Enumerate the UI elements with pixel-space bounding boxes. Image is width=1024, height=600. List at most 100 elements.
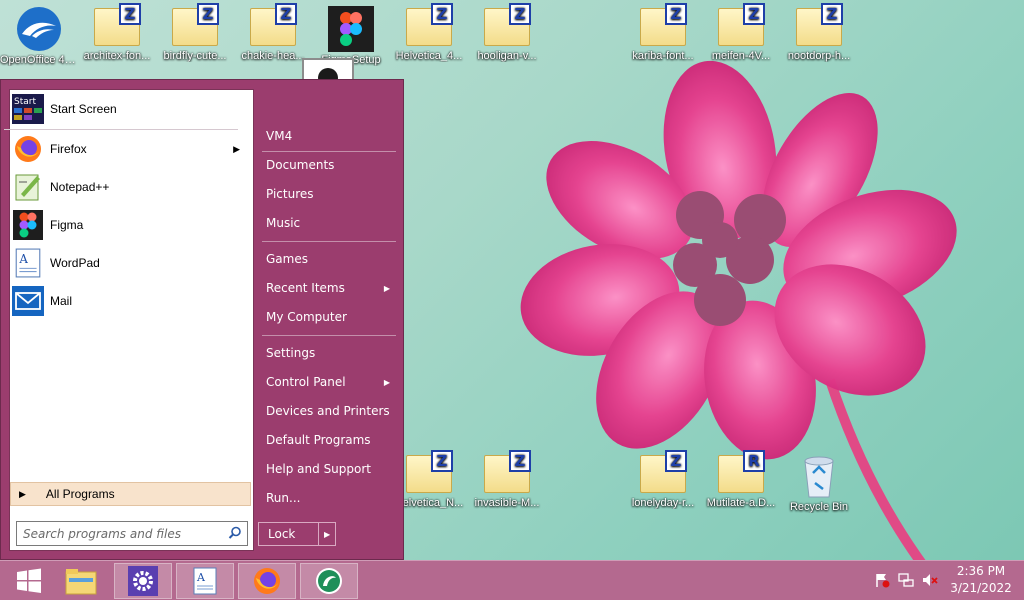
- start-menu-link-label: Default Programs: [266, 433, 371, 447]
- desktop-icon-label: architex-fon...: [83, 50, 151, 62]
- program-label: WordPad: [50, 256, 100, 270]
- volume-muted-icon[interactable]: [922, 572, 938, 588]
- program-label: Firefox: [50, 142, 87, 156]
- zip-folder-icon: Z: [250, 3, 297, 46]
- desktop-icon[interactable]: Zbirdfly-cute...: [156, 0, 234, 62]
- desktop-icon[interactable]: R Mutilate-a.D...: [702, 447, 780, 509]
- taskbar-settings[interactable]: [114, 563, 172, 599]
- desktop-icon[interactable]: FigmaSetup: [312, 0, 390, 66]
- start-menu-link[interactable]: Games: [258, 246, 398, 272]
- start-menu-link[interactable]: Music: [258, 210, 398, 236]
- start-menu-link-label: VM4: [266, 129, 293, 143]
- program-label: Start Screen: [50, 102, 117, 116]
- start-menu-link-label: Recent Items: [266, 281, 345, 295]
- openoffice-icon: [17, 7, 61, 51]
- start-menu-link[interactable]: Help and Support: [258, 456, 398, 482]
- start-menu-link[interactable]: Documents: [258, 152, 398, 178]
- taskbar-app[interactable]: [300, 563, 358, 599]
- start-menu-link[interactable]: Devices and Printers: [258, 398, 398, 424]
- start-button[interactable]: [0, 563, 58, 599]
- desktop-icon[interactable]: Zlonelyday-r...: [624, 447, 702, 509]
- zip-folder-icon: Z: [406, 3, 453, 46]
- action-center-flag-icon[interactable]: [874, 572, 890, 588]
- zip-folder-icon: Z: [640, 3, 687, 46]
- desktop-icon-label: Mutilate-a.D...: [706, 497, 776, 509]
- desktop-icon-label: hooligan-v...: [477, 50, 537, 62]
- start-menu-link[interactable]: VM4: [258, 123, 398, 149]
- submenu-arrow-icon: ▶: [233, 143, 240, 154]
- search-input[interactable]: Search programs and files: [16, 521, 248, 546]
- start-menu-link-label: Music: [266, 216, 301, 230]
- desktop-icon[interactable]: Znootdorp-h...: [780, 0, 858, 62]
- all-programs-label: All Programs: [45, 487, 115, 501]
- lock-button[interactable]: Lock ▶: [258, 522, 336, 546]
- zip-folder-icon: Z: [406, 450, 453, 493]
- desktop-icon-label: Helvetica_4...: [395, 50, 463, 62]
- start-menu-link[interactable]: Control Panel ▶: [258, 369, 398, 395]
- zip-folder-icon: Z: [94, 3, 141, 46]
- zip-folder-icon: Z: [172, 3, 219, 46]
- windows-logo-icon: [17, 568, 41, 593]
- desktop-icon[interactable]: Recycle Bin: [780, 447, 858, 513]
- program-item[interactable]: Notepad++: [12, 170, 248, 204]
- zip-folder-icon: Z: [484, 450, 531, 493]
- start-menu-link-label: Games: [266, 252, 308, 266]
- start-menu-link-label: Devices and Printers: [266, 404, 390, 418]
- desktop-icon[interactable]: Zinvasible-M...: [468, 447, 546, 509]
- desktop-icon-label: nootdorp-h...: [787, 50, 851, 62]
- firefox-icon: [254, 568, 280, 594]
- program-item[interactable]: Start Start Screen: [12, 92, 248, 126]
- firefox-icon: [12, 133, 44, 165]
- triangle-right-icon: ▶: [19, 488, 26, 499]
- lock-label: Lock: [268, 527, 296, 541]
- start-menu-link-label: My Computer: [266, 310, 347, 324]
- start-menu-link-label: Help and Support: [266, 462, 371, 476]
- program-item[interactable]: A WordPad: [12, 246, 248, 280]
- program-item[interactable]: Figma: [12, 208, 248, 242]
- programs-separator: [4, 129, 238, 130]
- taskbar-wordpad[interactable]: A: [176, 563, 234, 599]
- start-menu-link[interactable]: Settings: [258, 340, 398, 366]
- program-item[interactable]: Firefox ▶: [12, 132, 248, 166]
- desktop-icon-label: meifen-4V...: [711, 50, 771, 62]
- zip-folder-icon: R: [718, 450, 765, 493]
- taskbar: A: [0, 560, 1024, 600]
- program-item[interactable]: Mail: [12, 284, 248, 318]
- desktop-icon[interactable]: Zhooligan-v...: [468, 0, 546, 62]
- zip-folder-icon: Z: [484, 3, 531, 46]
- start-menu-link-label: Control Panel: [266, 375, 346, 389]
- search-placeholder: Search programs and files: [23, 527, 181, 541]
- desktop-icon[interactable]: OpenOffice 4.1.13: [0, 0, 78, 66]
- taskbar-firefox[interactable]: [238, 563, 296, 599]
- start-menu-link[interactable]: Pictures: [258, 181, 398, 207]
- desktop-icon[interactable]: Zmeifen-4V...: [702, 0, 780, 62]
- svg-text:A: A: [18, 252, 28, 266]
- search-icon[interactable]: [228, 526, 242, 540]
- start-menu-link[interactable]: My Computer: [258, 304, 398, 330]
- app-icon: [316, 568, 342, 594]
- start-menu-link-label: Documents: [266, 158, 335, 172]
- start-menu-link[interactable]: Run...: [258, 485, 398, 511]
- wordpad-icon: A: [12, 247, 44, 279]
- start-menu-link[interactable]: Recent Items ▶: [258, 275, 398, 301]
- start-menu-link[interactable]: Default Programs: [258, 427, 398, 453]
- taskbar-file-explorer[interactable]: [52, 563, 110, 599]
- program-label: Figma: [50, 218, 84, 232]
- program-label: Mail: [50, 294, 73, 308]
- desktop-icon[interactable]: Z Helvetica_4...: [390, 0, 468, 62]
- submenu-arrow-icon: ▶: [383, 283, 390, 293]
- all-programs-button[interactable]: ▶ All Programs: [10, 482, 251, 506]
- right-separator-2: [262, 241, 396, 242]
- taskbar-clock[interactable]: 2:36 PM 3/21/2022: [946, 563, 1016, 597]
- network-icon[interactable]: [898, 572, 914, 588]
- desktop-icon[interactable]: Zkariba-font...: [624, 0, 702, 62]
- svg-text:A: A: [196, 571, 206, 584]
- desktop-icon-label: kariba-font...: [632, 50, 694, 62]
- right-separator-1: [262, 151, 396, 152]
- desktop-icon[interactable]: Zarchitex-fon...: [78, 0, 156, 62]
- desktop-icon[interactable]: Zchakie-hea...: [234, 0, 312, 62]
- lock-options-arrow-icon[interactable]: ▶: [318, 523, 335, 545]
- figma-icon: [12, 209, 44, 241]
- start-menu-link-label: Pictures: [266, 187, 314, 201]
- clock-time: 2:36 PM: [956, 564, 1006, 578]
